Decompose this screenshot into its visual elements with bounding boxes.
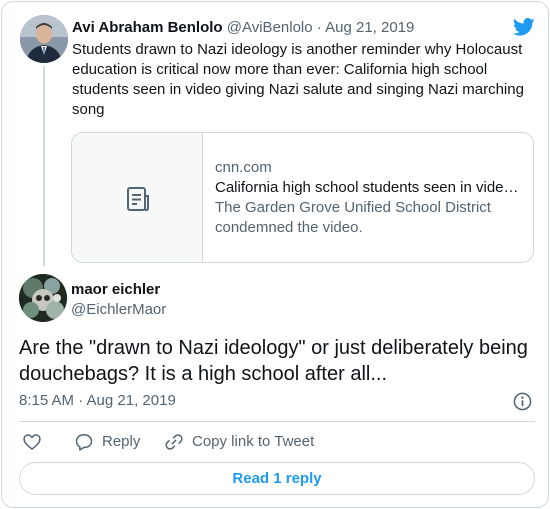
parent-tweet-header: Avi Abraham Benlolo @AviBenlolo · Aug 21… [72,18,414,38]
twitter-bird-icon[interactable] [512,16,536,38]
tweet-actions: Reply Copy link to Tweet [19,430,535,454]
link-description: The Garden Grove Unified School District… [215,199,491,236]
document-icon [127,187,149,211]
parent-header-separator: · [316,19,322,36]
read-replies-button[interactable]: Read 1 reply [19,462,535,495]
reply-label: Reply [102,433,141,450]
reply-button[interactable]: Reply [74,430,140,454]
parent-author-name[interactable]: Avi Abraham Benlolo [72,19,223,36]
info-icon[interactable] [513,392,532,411]
parent-tweet-text: Students drawn to Nazi ideology is anoth… [72,41,524,118]
link-domain: cnn.com [215,159,272,176]
embedded-tweet-card: Avi Abraham Benlolo @AviBenlolo · Aug 21… [1,1,549,508]
main-tweet-text: Are the "drawn to Nazi ideology" or just… [19,337,528,385]
link-thumbnail [72,133,203,262]
parent-author-avatar[interactable] [20,15,68,63]
main-author-handle[interactable]: @EichlerMaor [71,300,166,320]
actions-divider [19,421,535,422]
copy-link-label: Copy link to Tweet [192,433,315,450]
parent-tweet-date[interactable]: Aug 21, 2019 [325,19,414,36]
link-preview-body: cnn.com California high school students … [215,158,525,238]
main-author-avatar[interactable] [19,274,67,322]
copy-link-button[interactable]: Copy link to Tweet [164,430,314,454]
thread-connector-line [43,66,45,266]
parent-author-handle[interactable]: @AviBenlolo [227,19,313,36]
link-preview-card[interactable]: cnn.com California high school students … [71,132,534,263]
heart-icon [23,434,41,450]
reply-bubble-icon [75,434,93,451]
like-button[interactable] [22,430,42,454]
link-icon [165,434,183,450]
link-title: California high school students seen in … [215,179,519,196]
tweet-timestamp[interactable]: 8:15 AM · Aug 21, 2019 [19,391,176,411]
main-author-name[interactable]: maor eichler [71,280,160,300]
